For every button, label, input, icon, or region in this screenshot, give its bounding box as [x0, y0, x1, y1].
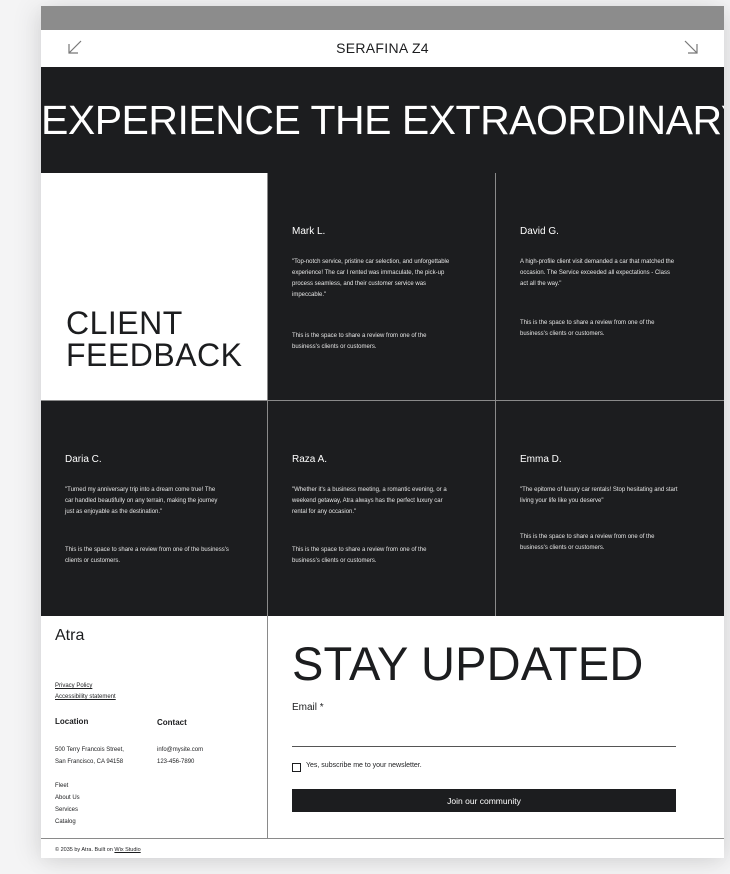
address-line: San Francisco, CA 94158 — [55, 759, 124, 765]
copyright-text: © 2035 by Atra. Built on Wix Studio — [55, 847, 141, 853]
accessibility-statement-link[interactable]: Accessibility statement — [55, 694, 116, 700]
contact-heading: Contact — [157, 718, 187, 727]
footer-brand[interactable]: Atra — [55, 627, 84, 645]
contact-email-link[interactable]: info@mysite.com — [157, 744, 203, 756]
feedback-grid: CLIENT FEEDBACK Mark L. "Top-notch servi… — [41, 173, 724, 616]
newsletter-title: STAY UPDATED — [292, 637, 644, 690]
footer-menu-about-us[interactable]: About Us — [55, 795, 80, 801]
review-note: This is the space to share a review from… — [65, 547, 229, 564]
review-card: Emma D. "The epitome of luxury car renta… — [496, 401, 724, 616]
review-quote: "Top-notch service, pristine car selecti… — [292, 259, 450, 298]
join-community-button[interactable]: Join our community — [292, 789, 676, 812]
reviewer-name: Mark L. — [292, 226, 326, 237]
arrow-down-right-icon[interactable] — [681, 38, 701, 58]
contact-phone-link[interactable]: 123-456-7890 — [157, 756, 203, 768]
reviewer-name: Daria C. — [65, 454, 102, 465]
review-card: Mark L. "Top-notch service, pristine car… — [268, 173, 495, 400]
review-quote: "Whether it's a business meeting, a roma… — [292, 487, 447, 515]
copyright-bar: © 2035 by Atra. Built on Wix Studio — [41, 838, 724, 858]
footer-info: Atra Privacy Policy Accessibility statem… — [41, 616, 268, 838]
review-card: Daria C. "Turned my anniversary trip int… — [41, 401, 267, 616]
top-strip — [41, 6, 724, 30]
footer-menu-services[interactable]: Services — [55, 807, 78, 813]
hero-title: EXPERIENCE THE EXTRAORDINARY — [41, 97, 724, 143]
reviewer-name: Emma D. — [520, 454, 562, 465]
contact-details: info@mysite.com 123-456-7890 — [157, 744, 203, 768]
email-field[interactable] — [292, 716, 676, 747]
website-page: SERAFINA Z4 EXPERIENCE THE EXTRAORDINARY… — [41, 6, 724, 858]
reviewer-name: David G. — [520, 226, 559, 237]
review-card: David G. A high-profile client visit dem… — [496, 173, 724, 400]
review-card: Raza A. "Whether it's a business meeting… — [268, 401, 495, 616]
privacy-policy-link[interactable]: Privacy Policy — [55, 683, 92, 689]
review-note: This is the space to share a review from… — [292, 333, 427, 350]
review-quote: A high-profile client visit demanded a c… — [520, 259, 675, 287]
review-quote: "Turned my anniversary trip into a dream… — [65, 487, 218, 515]
location-heading: Location — [55, 717, 89, 726]
subscribe-checkbox-label[interactable]: Yes, subscribe me to your newsletter. — [306, 762, 422, 769]
feedback-title: CLIENT FEEDBACK — [66, 307, 242, 371]
review-quote: "The epitome of luxury car rentals! Stop… — [520, 487, 678, 504]
review-note: This is the space to share a review from… — [292, 547, 427, 564]
site-title[interactable]: SERAFINA Z4 — [41, 40, 724, 56]
feedback-title-line1: CLIENT — [66, 305, 183, 341]
footer-menu-fleet[interactable]: Fleet — [55, 783, 68, 789]
email-label: Email * — [292, 702, 324, 713]
review-note: This is the space to share a review from… — [520, 320, 655, 337]
feedback-heading-cell: CLIENT FEEDBACK — [41, 173, 267, 400]
hero-banner: EXPERIENCE THE EXTRAORDINARY — [41, 67, 724, 173]
review-note: This is the space to share a review from… — [520, 534, 655, 551]
feedback-title-line2: FEEDBACK — [66, 337, 243, 373]
subscribe-checkbox[interactable] — [292, 763, 301, 772]
copyright-prefix: © 2035 by Atra. Built on — [55, 847, 113, 853]
location-address: 500 Terry Francois Street, San Francisco… — [55, 744, 124, 768]
reviewer-name: Raza A. — [292, 454, 328, 465]
wix-studio-link[interactable]: Wix Studio — [114, 847, 140, 853]
address-line: 500 Terry Francois Street, — [55, 747, 124, 753]
newsletter-section: STAY UPDATED Email * Yes, subscribe me t… — [268, 616, 724, 838]
footer-menu-catalog[interactable]: Catalog — [55, 819, 76, 825]
header-bar: SERAFINA Z4 — [41, 30, 724, 68]
